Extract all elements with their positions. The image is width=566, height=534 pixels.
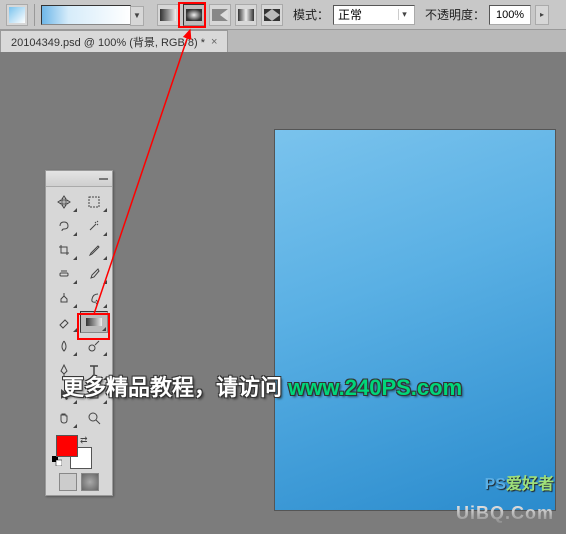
- tools-panel-header[interactable]: [46, 171, 112, 187]
- opacity-label: 不透明度：: [425, 6, 485, 23]
- diamond-gradient-button[interactable]: [261, 4, 283, 26]
- tool-preset-picker[interactable]: [6, 4, 28, 26]
- zoom-tool[interactable]: [80, 407, 108, 429]
- color-swatches: ⇄: [46, 433, 112, 469]
- healing-brush-tool[interactable]: [50, 263, 78, 285]
- watermark-logo-ps: PS爱好者: [485, 470, 554, 494]
- hand-tool[interactable]: [50, 407, 78, 429]
- foreground-color[interactable]: [56, 435, 78, 457]
- opacity-dropdown[interactable]: ▸: [535, 5, 549, 25]
- document-tab-bar: 20104349.psd @ 100% (背景, RGB/8) * ×: [0, 30, 566, 52]
- document-tab[interactable]: 20104349.psd @ 100% (背景, RGB/8) * ×: [0, 30, 228, 52]
- brush-tool[interactable]: [80, 263, 108, 285]
- crop-tool[interactable]: [50, 239, 78, 261]
- angle-gradient-button[interactable]: [209, 4, 231, 26]
- watermark-logo-uibq: UiBQ.Com: [456, 503, 554, 524]
- move-tool[interactable]: [50, 191, 78, 213]
- magic-wand-tool[interactable]: [80, 215, 108, 237]
- standard-mode-icon[interactable]: [59, 473, 77, 491]
- separator: [34, 4, 35, 26]
- radial-gradient-button[interactable]: [183, 4, 205, 26]
- linear-gradient-button[interactable]: [157, 4, 179, 26]
- swap-colors-icon[interactable]: ⇄: [80, 435, 88, 446]
- clone-stamp-tool[interactable]: [50, 287, 78, 309]
- gradient-preview[interactable]: ▼: [41, 5, 131, 25]
- mode-label: 模式：: [293, 6, 329, 23]
- quick-mask-icon[interactable]: [81, 473, 99, 491]
- tools-panel: ⇄: [45, 170, 113, 496]
- blur-tool[interactable]: [50, 335, 78, 357]
- lasso-tool[interactable]: [50, 215, 78, 237]
- opacity-value: 100%: [496, 9, 524, 21]
- blend-mode-select[interactable]: 正常 ▾: [333, 5, 415, 25]
- dodge-tool[interactable]: [80, 335, 108, 357]
- blend-mode-value: 正常: [338, 6, 362, 23]
- options-bar: ▼ 模式： 正常 ▾ 不透明度： 100% ▸: [0, 0, 566, 30]
- opacity-input[interactable]: 100%: [489, 5, 531, 25]
- gradient-picker-dropdown[interactable]: ▼: [130, 6, 144, 26]
- watermark-text: 更多精品教程，请访问 www.240PS.com: [62, 370, 462, 402]
- eyedropper-tool[interactable]: [80, 239, 108, 261]
- reflected-gradient-button[interactable]: [235, 4, 257, 26]
- eraser-tool[interactable]: [50, 311, 78, 333]
- marquee-tool[interactable]: [80, 191, 108, 213]
- dropdown-arrow-icon: ▾: [398, 9, 410, 20]
- gradient-tool[interactable]: [80, 311, 108, 333]
- screen-mode-icons: [46, 469, 112, 495]
- close-tab-icon[interactable]: ×: [211, 36, 217, 48]
- history-brush-tool[interactable]: [80, 287, 108, 309]
- document-canvas[interactable]: [275, 130, 555, 510]
- document-tab-title: 20104349.psd @ 100% (背景, RGB/8) *: [11, 34, 205, 50]
